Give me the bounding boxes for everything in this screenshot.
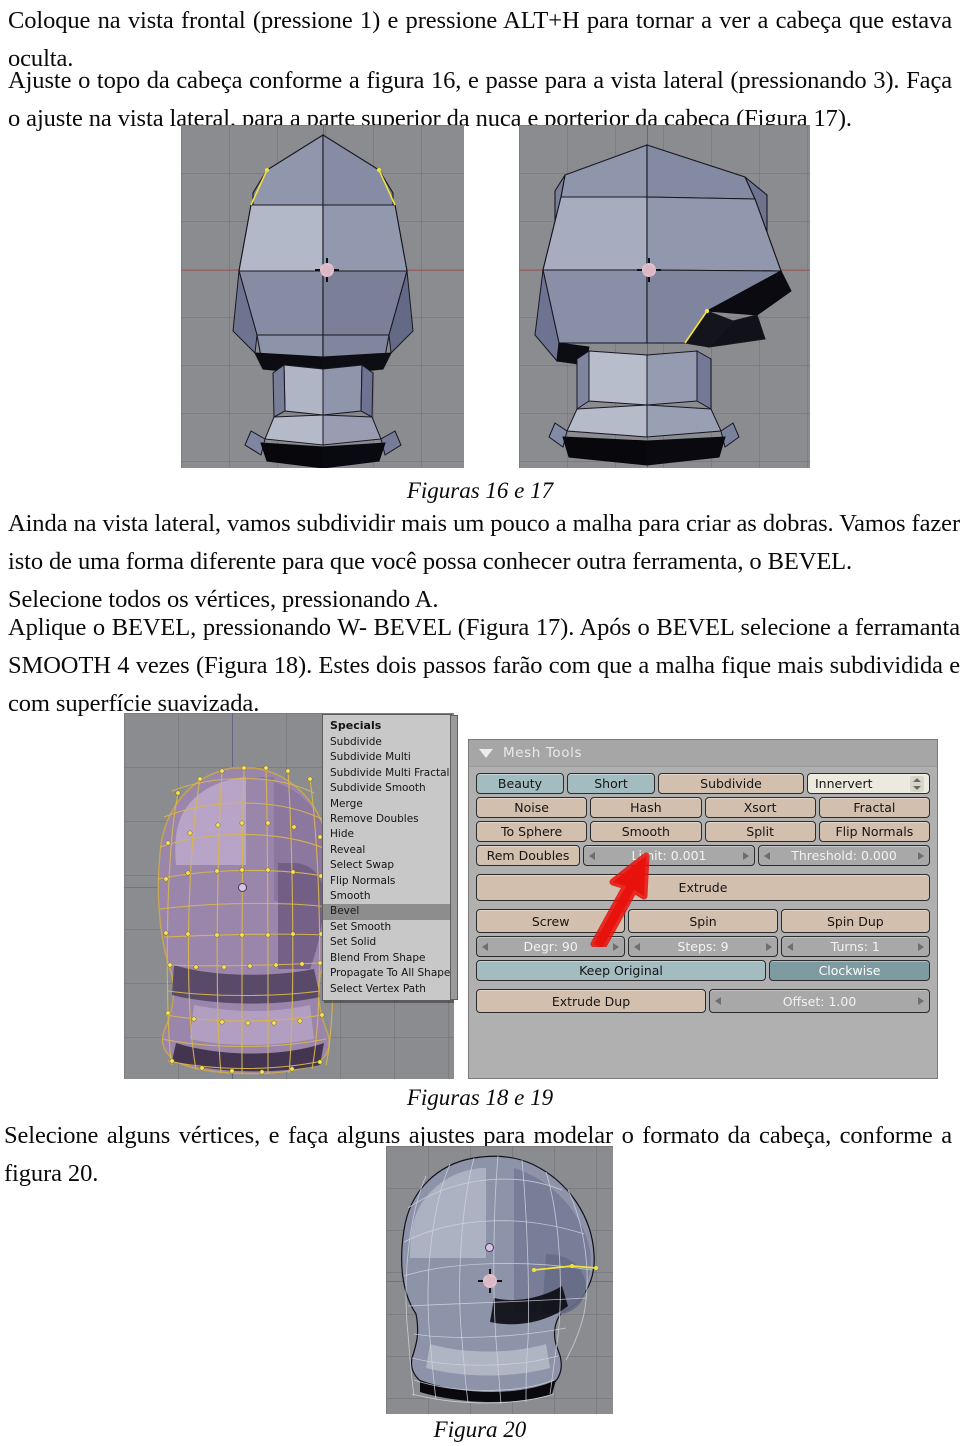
- specials-item-remove-doubles[interactable]: Remove Doubles: [323, 812, 451, 827]
- decrement-arrow-icon[interactable]: [715, 997, 721, 1005]
- smooth-button[interactable]: Smooth: [590, 821, 702, 842]
- head-side-mesh: [534, 144, 792, 466]
- mesh-tools-row-7: Degr: 90 Steps: 9 Turns: 1: [476, 936, 930, 957]
- noise-button[interactable]: Noise: [476, 797, 588, 818]
- limit-slider[interactable]: Limit: 0.001: [583, 845, 755, 866]
- degrees-slider[interactable]: Degr: 90: [476, 936, 626, 957]
- specials-item-flip-normals[interactable]: Flip Normals: [323, 874, 451, 889]
- mesh-tools-panel: Mesh Tools Beauty Short Subdivide Innerv…: [468, 739, 938, 1079]
- turns-value: Turns: 1: [830, 939, 880, 954]
- specials-menu-scrollbar[interactable]: [450, 715, 458, 1000]
- decrement-arrow-icon[interactable]: [482, 942, 488, 951]
- specials-item-smooth[interactable]: Smooth: [323, 889, 451, 904]
- specials-item-reveal[interactable]: Reveal: [323, 843, 451, 858]
- decrement-arrow-icon[interactable]: [634, 942, 641, 951]
- extrude-button[interactable]: Extrude: [476, 874, 930, 901]
- increment-arrow-icon[interactable]: [743, 851, 749, 860]
- flip-normals-button[interactable]: Flip Normals: [818, 821, 930, 842]
- mesh-tools-header[interactable]: Mesh Tools: [469, 740, 937, 767]
- limit-value: Limit: 0.001: [631, 848, 707, 863]
- offset-value: Offset: 1.00: [782, 993, 857, 1009]
- 3d-cursor: [637, 258, 661, 282]
- mesh-tools-row-3: To Sphere Smooth Split Flip Normals: [476, 821, 930, 842]
- figure-caption-18-19: Figuras 18 e 19: [406, 1085, 554, 1110]
- decrement-arrow-icon[interactable]: [786, 942, 793, 951]
- offset-slider[interactable]: Offset: 1.00: [709, 989, 930, 1013]
- fractal-button[interactable]: Fractal: [818, 797, 930, 818]
- to-sphere-button[interactable]: To Sphere: [476, 821, 588, 842]
- beauty-button[interactable]: Beauty: [476, 773, 564, 794]
- degrees-value: Degr: 90: [523, 939, 578, 954]
- xsort-button[interactable]: Xsort: [704, 797, 816, 818]
- decrement-arrow-icon[interactable]: [764, 851, 770, 860]
- object-origin: [238, 883, 247, 892]
- specials-item-set-smooth[interactable]: Set Smooth: [323, 920, 451, 935]
- specials-item-subdivide-smooth[interactable]: Subdivide Smooth: [323, 781, 451, 796]
- paragraph-3: Ainda na vista lateral, vamos subdividir…: [8, 510, 960, 575]
- object-origin: [485, 1243, 494, 1252]
- clockwise-toggle[interactable]: Clockwise: [769, 960, 930, 981]
- innervert-value: Innervert: [815, 776, 873, 791]
- specials-item-bevel[interactable]: Bevel: [323, 904, 451, 920]
- specials-item-select-swap[interactable]: Select Swap: [323, 858, 451, 873]
- specials-item-subdivide-multi[interactable]: Subdivide Multi: [323, 750, 451, 765]
- decrement-arrow-icon[interactable]: [589, 851, 595, 860]
- threshold-slider[interactable]: Threshold: 0.000: [758, 845, 930, 866]
- increment-arrow-icon[interactable]: [917, 851, 924, 860]
- mesh-tools-row-1: Beauty Short Subdivide Innervert: [476, 773, 930, 794]
- hash-button[interactable]: Hash: [590, 797, 702, 818]
- figure-caption-16-17: Figuras 16 e 17: [406, 478, 554, 503]
- subdivide-button[interactable]: Subdivide: [658, 773, 804, 794]
- increment-arrow-icon[interactable]: [917, 942, 924, 951]
- mesh-tools-row-6: Screw Spin Spin Dup: [476, 909, 930, 933]
- specials-item-select-vertex-path[interactable]: Select Vertex Path: [323, 982, 451, 997]
- increment-arrow-icon[interactable]: [613, 942, 620, 951]
- specials-item-subdivide-multi-fractal[interactable]: Subdivide Multi Fractal: [323, 766, 451, 781]
- threshold-value: Threshold: 0.000: [791, 848, 897, 863]
- mesh-tools-row-5: Extrude: [476, 874, 930, 901]
- short-button[interactable]: Short: [567, 773, 655, 794]
- extrude-dup-button[interactable]: Extrude Dup: [476, 989, 706, 1013]
- collapse-triangle-icon[interactable]: [479, 748, 493, 758]
- screw-button[interactable]: Screw: [476, 909, 626, 933]
- specials-menu-title: Specials: [330, 719, 382, 732]
- figure-caption-20: Figura 20: [433, 1417, 527, 1442]
- mesh-tools-title: Mesh Tools: [503, 745, 583, 761]
- steps-slider[interactable]: Steps: 9: [628, 936, 778, 957]
- 3d-cursor: [478, 1269, 502, 1293]
- specials-item-hide[interactable]: Hide: [323, 827, 451, 842]
- specials-item-propagate-to-all-shapes[interactable]: Propagate To All Shapes: [323, 966, 456, 981]
- specials-item-set-solid[interactable]: Set Solid: [323, 935, 451, 950]
- figure-17-viewport: [519, 125, 810, 468]
- mesh-tools-row-4: Rem Doubles Limit: 0.001 Threshold: 0.00…: [476, 845, 930, 866]
- split-button[interactable]: Split: [704, 821, 816, 842]
- specials-item-subdivide[interactable]: Subdivide: [323, 735, 451, 750]
- specials-item-blend-from-shape[interactable]: Blend From Shape: [323, 951, 451, 966]
- specials-menu[interactable]: Specials Subdivide Subdivide Multi Subdi…: [322, 714, 458, 1001]
- keep-original-toggle[interactable]: Keep Original: [476, 960, 766, 981]
- specials-item-merge[interactable]: Merge: [323, 797, 451, 812]
- spin-button[interactable]: Spin: [628, 909, 778, 933]
- increment-arrow-icon[interactable]: [765, 942, 772, 951]
- mesh-tools-row-9: Extrude Dup Offset: 1.00: [476, 989, 930, 1013]
- turns-slider[interactable]: Turns: 1: [780, 936, 930, 957]
- innervert-dropdown[interactable]: Innervert: [807, 773, 930, 794]
- steps-value: Steps: 9: [677, 939, 729, 954]
- figure-20-viewport: [386, 1146, 613, 1414]
- head-front-mesh: [232, 134, 414, 468]
- increment-arrow-icon[interactable]: [917, 997, 924, 1005]
- mesh-tools-row-2: Noise Hash Xsort Fractal: [476, 797, 930, 818]
- 3d-cursor: [315, 258, 339, 282]
- figure-16-viewport: [181, 125, 464, 468]
- mesh-tools-row-8: Keep Original Clockwise: [476, 960, 930, 981]
- document-page: Coloque na vista frontal (pressione 1) e…: [0, 0, 960, 1446]
- paragraph-2: Ajuste o topo da cabeça conforme a figur…: [8, 67, 952, 132]
- spinner-icon[interactable]: [910, 775, 924, 792]
- spin-dup-button[interactable]: Spin Dup: [780, 909, 930, 933]
- paragraph-5: Aplique o BEVEL, pressionando W- BEVEL (…: [8, 614, 960, 717]
- rem-doubles-button[interactable]: Rem Doubles: [476, 845, 580, 866]
